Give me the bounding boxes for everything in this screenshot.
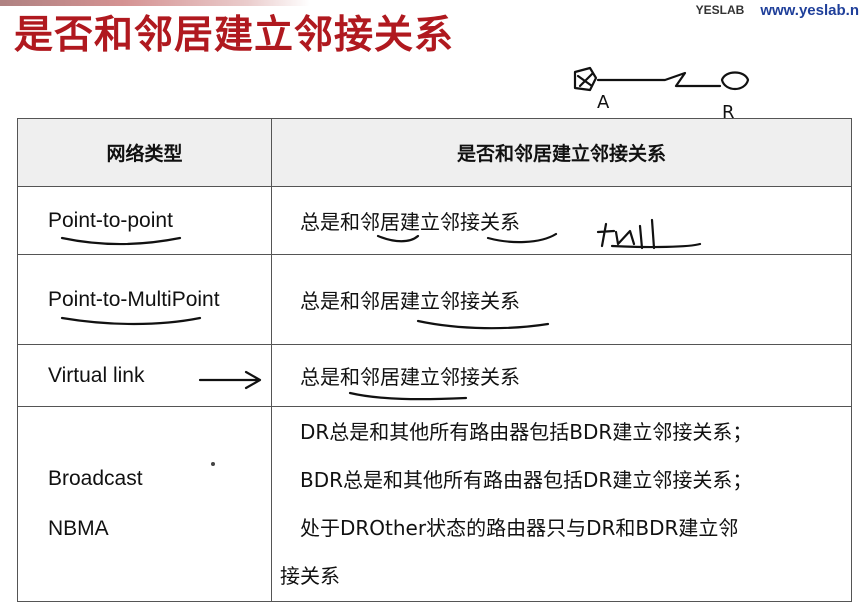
router-b-sketch	[720, 71, 750, 91]
header-network-type: 网络类型	[17, 118, 272, 187]
network-type-cell: Point-to-point	[17, 186, 272, 255]
adjacency-line-drother: 处于DROther状态的路由器只与DR和BDR建立邻	[300, 516, 739, 540]
brand-header: YESLAB www.yeslab.n	[696, 0, 859, 20]
table-row: Point-to-MultiPoint 总是和邻居建立邻接关系	[17, 254, 852, 345]
serial-link-sketch	[596, 71, 722, 88]
table-row: Broadcast NBMA DR总是和其他所有路由器包括BDR建立邻接关系； …	[17, 406, 852, 602]
slide-title: 是否和邻居建立邻接关系	[14, 13, 455, 58]
adjacency-cell: DR总是和其他所有路由器包括BDR建立邻接关系； BDR总是和其他所有路由器包括…	[271, 406, 852, 602]
adjacency-line-drother-cont: 接关系	[280, 564, 340, 588]
network-type-nbma: NBMA	[48, 517, 109, 540]
network-type-cell: Broadcast NBMA	[17, 406, 272, 602]
network-type-broadcast: Broadcast	[48, 467, 143, 490]
label-router-a: A	[597, 92, 610, 113]
network-adjacency-table: 网络类型 是否和邻居建立邻接关系 Point-to-point 总是和邻居建立邻…	[17, 118, 852, 602]
adjacency-cell: 总是和邻居建立邻接关系	[271, 186, 852, 255]
router-a-sketch	[573, 66, 598, 92]
header-adjacency: 是否和邻居建立邻接关系	[271, 118, 852, 187]
adjacency-line-bdr: BDR总是和其他所有路由器包括DR建立邻接关系；	[300, 468, 753, 492]
network-type-cell: Virtual link	[17, 344, 272, 407]
brand-logo-text: YESLAB	[695, 3, 745, 17]
adjacency-cell: 总是和邻居建立邻接关系	[271, 344, 852, 407]
table-row: Point-to-point 总是和邻居建立邻接关系	[17, 186, 852, 255]
table-row: Virtual link 总是和邻居建立邻接关系	[17, 344, 852, 407]
adjacency-line-dr: DR总是和其他所有路由器包括BDR建立邻接关系；	[300, 420, 753, 444]
network-type-cell: Point-to-MultiPoint	[17, 254, 272, 345]
adjacency-cell: 总是和邻居建立邻接关系	[271, 254, 852, 345]
table-header-row: 网络类型 是否和邻居建立邻接关系	[17, 118, 852, 187]
brand-url: www.yeslab.n	[760, 1, 859, 19]
